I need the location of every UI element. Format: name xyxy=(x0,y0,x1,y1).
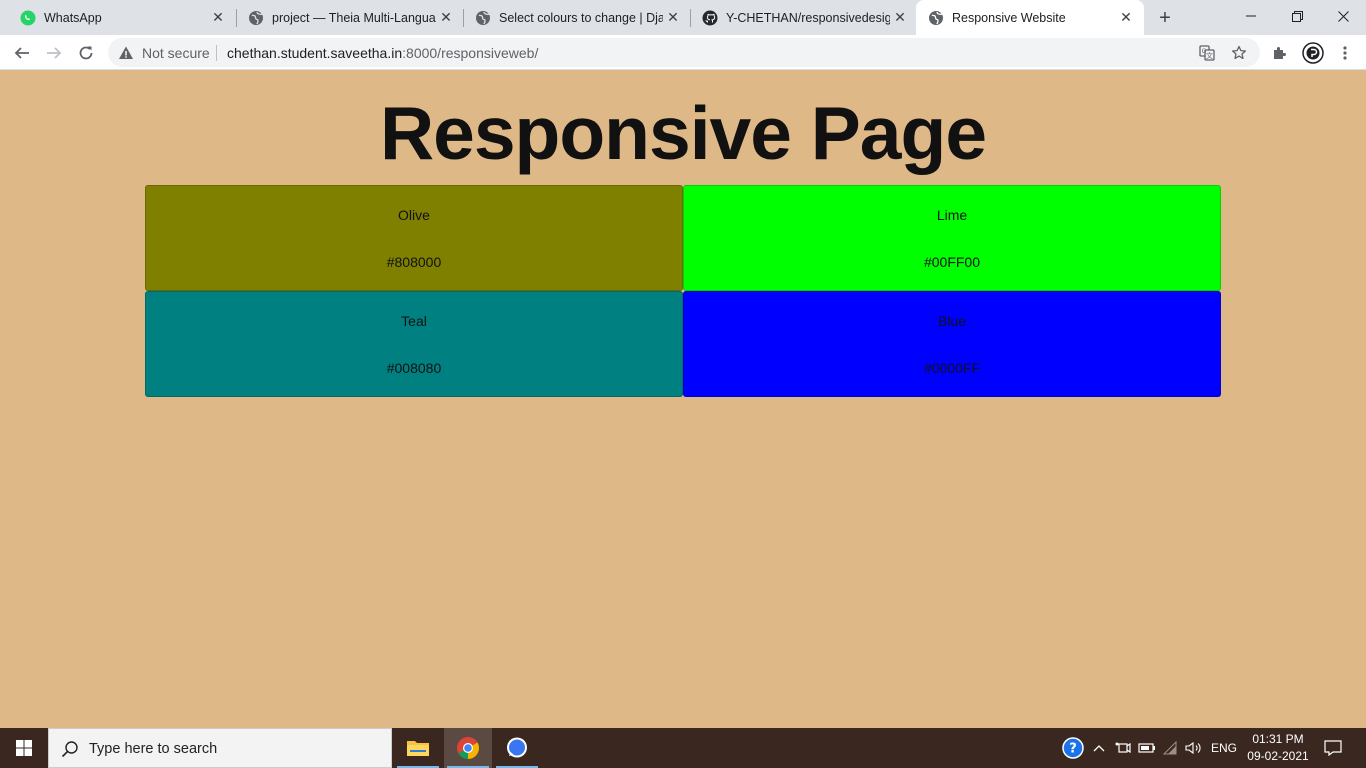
svg-text:文: 文 xyxy=(1206,51,1213,60)
svg-text:?: ? xyxy=(1069,742,1077,757)
url-host: chethan.student.saveetha.in xyxy=(227,45,403,61)
color-grid: Olive #808000 Lime #00FF00 Teal #008080 … xyxy=(145,185,1221,397)
restore-icon xyxy=(1291,10,1303,22)
tab-responsive-website[interactable]: Responsive Website ✕ xyxy=(916,0,1144,35)
taskbar-search-box[interactable]: Type here to search xyxy=(48,728,392,768)
color-hex: #00FF00 xyxy=(923,254,981,270)
arrow-right-icon xyxy=(47,47,62,59)
close-tab-icon[interactable]: ✕ xyxy=(208,8,228,28)
color-name: Teal xyxy=(401,313,427,329)
color-name: Blue xyxy=(937,313,967,329)
battery-icon[interactable] xyxy=(1137,728,1157,768)
close-tab-icon[interactable]: ✕ xyxy=(1116,8,1136,28)
omnibox-divider xyxy=(216,45,217,61)
globe-icon xyxy=(475,10,491,26)
folder-icon xyxy=(407,741,429,756)
signal-app[interactable] xyxy=(493,728,541,768)
new-tab-button[interactable]: + xyxy=(1153,6,1177,30)
minimize-button[interactable] xyxy=(1228,0,1274,32)
close-window-button[interactable] xyxy=(1320,0,1366,32)
menu-kebab-icon[interactable] xyxy=(1334,42,1356,64)
warning-icon[interactable] xyxy=(118,45,134,61)
color-hex: #0000FF xyxy=(923,360,981,376)
forward-button[interactable] xyxy=(40,39,68,67)
tab-title: Responsive Website xyxy=(952,10,1066,25)
github-icon xyxy=(702,10,718,26)
close-tab-icon[interactable]: ✕ xyxy=(436,8,456,28)
extensions-icon[interactable] xyxy=(1269,42,1291,64)
volume-icon[interactable] xyxy=(1184,728,1204,768)
url-text[interactable]: chethan.student.saveetha.in:8000/respons… xyxy=(227,45,538,61)
page-viewport: Responsive Page Olive #808000 Lime #00FF… xyxy=(0,71,1366,728)
tab-title: WhatsApp xyxy=(44,10,102,25)
translate-icon[interactable]: 文G xyxy=(1198,44,1216,62)
reload-button[interactable] xyxy=(72,39,100,67)
color-card-lime: Lime #00FF00 xyxy=(683,185,1221,291)
color-card-teal: Teal #008080 xyxy=(145,291,683,397)
chevron-up-icon[interactable] xyxy=(1090,728,1108,768)
star-icon[interactable] xyxy=(1230,44,1248,62)
color-name: Olive xyxy=(398,207,430,223)
system-clock[interactable]: 01:31 PM 09-02-2021 xyxy=(1240,731,1316,765)
color-hex: #808000 xyxy=(386,254,442,270)
wifi-icon[interactable] xyxy=(1161,728,1181,768)
notification-icon[interactable] xyxy=(1320,728,1346,768)
minimize-icon xyxy=(1246,15,1256,17)
color-card-olive: Olive #808000 xyxy=(145,185,683,291)
url-path: :8000/responsiveweb/ xyxy=(402,45,539,61)
whatsapp-icon xyxy=(20,10,36,26)
close-tab-icon[interactable]: ✕ xyxy=(663,8,683,28)
tab-whatsapp[interactable]: WhatsApp ✕ xyxy=(0,0,236,35)
meet-now-icon[interactable] xyxy=(1113,728,1133,768)
security-status[interactable]: Not secure xyxy=(142,45,210,61)
tab-django-colours[interactable]: Select colours to change | Djan ✕ xyxy=(455,0,691,35)
address-bar[interactable]: Not secure chethan.student.saveetha.in:8… xyxy=(108,38,1260,67)
chrome-app[interactable] xyxy=(444,728,492,768)
chat-bubble-icon xyxy=(507,737,527,758)
color-name: Lime xyxy=(936,207,968,223)
close-tab-icon[interactable]: ✕ xyxy=(890,8,910,28)
chrome-icon xyxy=(457,737,479,759)
globe-icon xyxy=(248,10,264,26)
svg-text:G: G xyxy=(1202,48,1207,55)
search-icon xyxy=(61,740,79,758)
file-explorer-app[interactable] xyxy=(394,728,442,768)
color-card-blue: Blue #0000FF xyxy=(683,291,1221,397)
language-indicator[interactable]: ENG xyxy=(1208,728,1240,768)
tab-title: Select colours to change | Djan xyxy=(499,10,663,25)
page-title: Responsive Page xyxy=(379,91,987,175)
tab-github[interactable]: Y-CHETHAN/responsivedesign ✕ xyxy=(682,0,918,35)
restore-button[interactable] xyxy=(1274,0,1320,32)
globe-icon xyxy=(928,10,944,26)
tab-title: project — Theia Multi-Languag xyxy=(272,10,436,25)
clock-date: 09-02-2021 xyxy=(1247,749,1309,763)
taskbar: Type here to search ? ENG 01:31 PM 09-02… xyxy=(0,728,1366,768)
profile-avatar[interactable] xyxy=(1302,42,1324,64)
start-button[interactable] xyxy=(0,728,48,768)
arrow-left-icon xyxy=(14,47,29,59)
windows-icon xyxy=(16,740,32,756)
search-placeholder: Type here to search xyxy=(89,741,218,757)
clock-time: 01:31 PM xyxy=(1252,732,1304,746)
browser-toolbar: Not secure chethan.student.saveetha.in:8… xyxy=(0,35,1366,70)
close-icon xyxy=(1337,10,1349,22)
color-hex: #008080 xyxy=(386,360,442,376)
tab-title: Y-CHETHAN/responsivedesign xyxy=(726,10,890,25)
tab-theia-project[interactable]: project — Theia Multi-Languag ✕ xyxy=(228,0,464,35)
tab-strip: WhatsApp ✕ project — Theia Multi-Languag… xyxy=(0,0,1366,35)
help-icon[interactable]: ? xyxy=(1060,728,1086,768)
back-button[interactable] xyxy=(8,39,36,67)
reload-icon xyxy=(79,46,93,60)
